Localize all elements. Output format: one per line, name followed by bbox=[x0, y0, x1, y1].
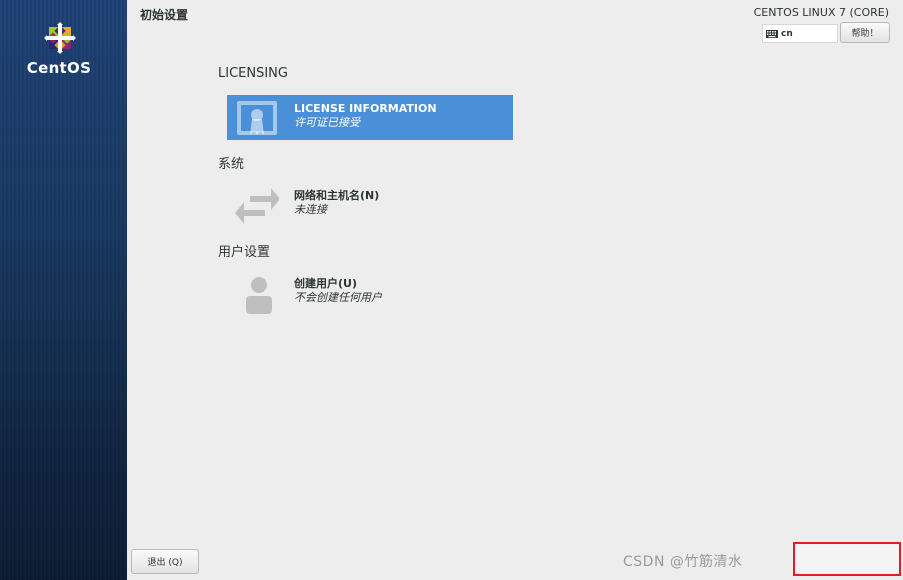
centos-logo-icon bbox=[44, 22, 76, 54]
product-title: CENTOS LINUX 7 (CORE) bbox=[753, 6, 889, 19]
spoke-name: 创建用户(U) bbox=[294, 277, 357, 290]
quit-button[interactable]: 退出 (Q) bbox=[131, 549, 199, 574]
keyboard-icon bbox=[766, 29, 778, 38]
spoke-name: 网络和主机名(N) bbox=[294, 189, 380, 202]
network-arrows-icon bbox=[235, 188, 279, 224]
spoke-status: 不会创建任何用户 bbox=[294, 291, 382, 304]
section-title-user-settings: 用户设置 bbox=[218, 245, 271, 260]
help-button[interactable]: 帮助！ bbox=[840, 22, 890, 43]
section-title-licensing: LICENSING bbox=[218, 66, 288, 81]
sidebar: CentOS bbox=[0, 0, 127, 580]
main-panel: 初始设置 CENTOS LINUX 7 (CORE) cn 帮助！ LICENS… bbox=[127, 0, 903, 580]
finish-configuration-button[interactable] bbox=[793, 542, 901, 576]
page-title: 初始设置 bbox=[140, 8, 189, 22]
spoke-name: LICENSE INFORMATION bbox=[294, 102, 437, 115]
section-title-system: 系统 bbox=[218, 157, 245, 172]
spoke-create-user[interactable]: 创建用户(U) 不会创建任何用户 bbox=[227, 270, 513, 315]
centos-logo-text: CentOS bbox=[26, 59, 92, 77]
user-icon bbox=[246, 277, 272, 314]
license-icon bbox=[237, 101, 277, 135]
spoke-license-information[interactable]: LICENSE INFORMATION 许可证已接受 bbox=[227, 95, 513, 140]
spoke-status: 许可证已接受 bbox=[294, 116, 360, 129]
spoke-status: 未连接 bbox=[294, 203, 327, 216]
keyboard-layout-indicator[interactable]: cn bbox=[762, 24, 838, 43]
spoke-network-hostname[interactable]: 网络和主机名(N) 未连接 bbox=[227, 182, 513, 227]
watermark: CSDN @竹筋清水 bbox=[623, 554, 743, 570]
keyboard-layout-label: cn bbox=[781, 28, 793, 39]
